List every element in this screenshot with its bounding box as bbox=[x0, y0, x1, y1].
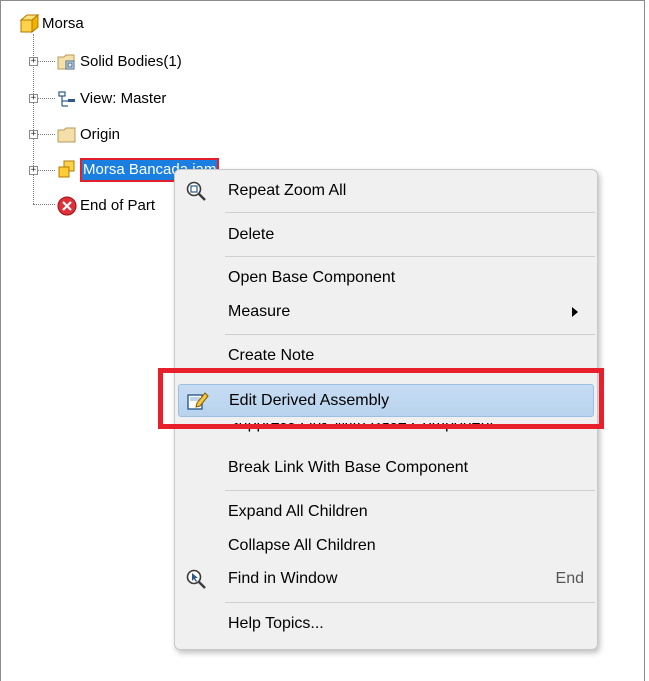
menu-item-shortcut: End bbox=[555, 570, 584, 587]
part-icon bbox=[19, 13, 40, 34]
menu-separator bbox=[225, 212, 595, 213]
menu-separator bbox=[225, 256, 595, 257]
menu-item-label: Create Note bbox=[228, 347, 315, 364]
expand-toggle[interactable]: + bbox=[29, 166, 38, 175]
tree-connector bbox=[37, 170, 55, 171]
tree-node-label: Origin bbox=[80, 126, 121, 143]
expand-toggle[interactable]: + bbox=[29, 130, 38, 139]
tree-connector bbox=[37, 61, 55, 62]
menu-item-delete[interactable]: Delete bbox=[178, 221, 594, 249]
tree-node-solid-bodies[interactable]: Solid Bodies(1) bbox=[56, 50, 182, 74]
menu-separator bbox=[225, 490, 595, 491]
tree-node-view-master[interactable]: View: Master bbox=[56, 87, 166, 111]
menu-item-collapse-all-children[interactable]: Collapse All Children bbox=[178, 532, 594, 560]
menu-item-create-note[interactable]: Create Note bbox=[178, 342, 594, 370]
view-rep-icon bbox=[58, 91, 75, 107]
menu-item-find-in-window[interactable]: Find in Window End bbox=[178, 565, 594, 593]
menu-separator bbox=[225, 602, 595, 603]
zoom-all-icon bbox=[186, 181, 206, 201]
tree-node-label: End of Part bbox=[80, 197, 156, 214]
menu-item-open-base-component[interactable]: Open Base Component bbox=[178, 264, 594, 292]
tree-connector bbox=[37, 98, 55, 99]
menu-item-label: Collapse All Children bbox=[228, 537, 376, 554]
expand-toggle[interactable]: + bbox=[29, 57, 38, 66]
submenu-arrow-icon bbox=[572, 307, 578, 317]
menu-separator bbox=[225, 334, 595, 335]
menu-item-break-link[interactable]: Break Link With Base Component bbox=[178, 454, 594, 482]
menu-item-label: Break Link With Base Component bbox=[228, 459, 469, 476]
folder-icon bbox=[57, 127, 76, 143]
tree-node-label: View: Master bbox=[80, 90, 167, 107]
menu-item-repeat-zoom-all[interactable]: Repeat Zoom All bbox=[178, 177, 594, 205]
menu-item-label: Help Topics... bbox=[228, 615, 324, 632]
menu-item-label: Measure bbox=[228, 303, 291, 320]
menu-item-label: Expand All Children bbox=[228, 503, 368, 520]
tree-connector bbox=[37, 134, 55, 135]
tree-node-label: Morsa bbox=[42, 15, 84, 32]
tree-node-end-of-part[interactable]: End of Part bbox=[56, 194, 155, 218]
menu-item-label: Open Base Component bbox=[228, 269, 396, 286]
end-of-part-icon bbox=[57, 196, 77, 216]
tree-node-root[interactable]: Morsa bbox=[18, 12, 84, 36]
menu-item-label: Repeat Zoom All bbox=[228, 182, 347, 199]
tree-node-origin[interactable]: Origin bbox=[56, 123, 120, 147]
menu-item-help-topics[interactable]: Help Topics... bbox=[178, 610, 594, 638]
menu-item-expand-all-children[interactable]: Expand All Children bbox=[178, 498, 594, 526]
find-in-window-icon bbox=[186, 569, 206, 589]
menu-item-measure[interactable]: Measure bbox=[178, 298, 594, 326]
tree-node-label: Solid Bodies(1) bbox=[80, 53, 182, 70]
solid-bodies-folder-icon bbox=[57, 54, 75, 70]
annotation-highlight-box bbox=[158, 368, 604, 429]
tree-connector bbox=[33, 204, 55, 205]
menu-item-label: Delete bbox=[228, 226, 275, 243]
derived-assembly-icon bbox=[58, 160, 75, 178]
menu-item-label: Find in Window bbox=[228, 570, 338, 587]
expand-toggle[interactable]: + bbox=[29, 94, 38, 103]
